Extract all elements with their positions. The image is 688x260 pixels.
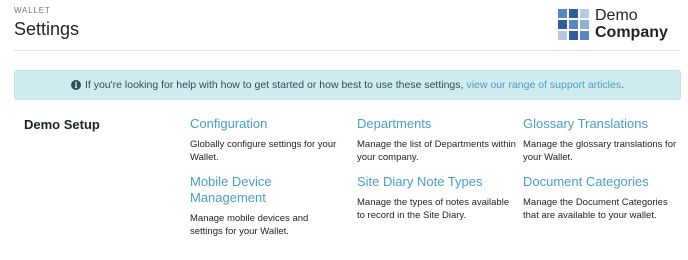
logo-square xyxy=(580,31,589,40)
setting-card-configuration: Configuration Globally configure setting… xyxy=(190,116,350,164)
departments-description: Manage the list of Departments within yo… xyxy=(357,139,516,163)
setting-card-document-categories: Document Categories Manage the Document … xyxy=(523,174,683,222)
setting-card-glossary-translations: Glossary Translations Manage the glossar… xyxy=(523,116,683,164)
logo-square xyxy=(558,20,567,29)
logo-square xyxy=(580,9,589,18)
configuration-description: Globally configure settings for your Wal… xyxy=(190,139,337,163)
document-categories-description: Manage the Document Categories that are … xyxy=(523,197,668,221)
logo-wordmark: Demo Company xyxy=(595,8,668,41)
mobile-device-management-link[interactable]: Mobile Device Management xyxy=(190,174,330,206)
glossary-translations-description: Manage the glossary translations for you… xyxy=(523,139,677,163)
setting-card-mobile-device-management: Mobile Device Management Manage mobile d… xyxy=(190,174,330,238)
site-diary-note-types-link[interactable]: Site Diary Note Types xyxy=(357,174,517,190)
wallet-eyebrow: WALLET xyxy=(14,6,51,15)
section-title: Demo Setup xyxy=(24,117,100,132)
site-diary-note-types-description: Manage the types of notes available to r… xyxy=(357,197,510,221)
page-title: Settings xyxy=(14,19,80,39)
logo-line-2: Company xyxy=(595,24,668,41)
mobile-device-management-description: Manage mobile devices and settings for y… xyxy=(190,213,309,237)
setting-card-departments: Departments Manage the list of Departmen… xyxy=(357,116,517,164)
alert-text: If you're looking for help with how to g… xyxy=(84,79,464,91)
alert-suffix: . xyxy=(621,79,625,91)
glossary-translations-link[interactable]: Glossary Translations xyxy=(523,116,683,132)
setting-card-site-diary-note-types: Site Diary Note Types Manage the types o… xyxy=(357,174,517,222)
logo-square xyxy=(558,9,567,18)
logo-line-1: Demo xyxy=(595,7,638,24)
logo-square xyxy=(558,31,567,40)
header-divider xyxy=(14,50,680,51)
logo-grid-icon xyxy=(558,9,589,40)
support-articles-link[interactable]: view our range of support articles xyxy=(466,79,621,91)
configuration-link[interactable]: Configuration xyxy=(190,116,350,132)
departments-link[interactable]: Departments xyxy=(357,116,517,132)
company-logo: Demo Company xyxy=(558,8,668,41)
info-icon: i xyxy=(70,80,81,90)
logo-square xyxy=(569,31,578,40)
logo-square xyxy=(569,9,578,18)
document-categories-link[interactable]: Document Categories xyxy=(523,174,683,190)
help-alert: i If you're looking for help with how to… xyxy=(14,70,681,100)
logo-square xyxy=(569,20,578,29)
logo-square xyxy=(580,20,589,29)
